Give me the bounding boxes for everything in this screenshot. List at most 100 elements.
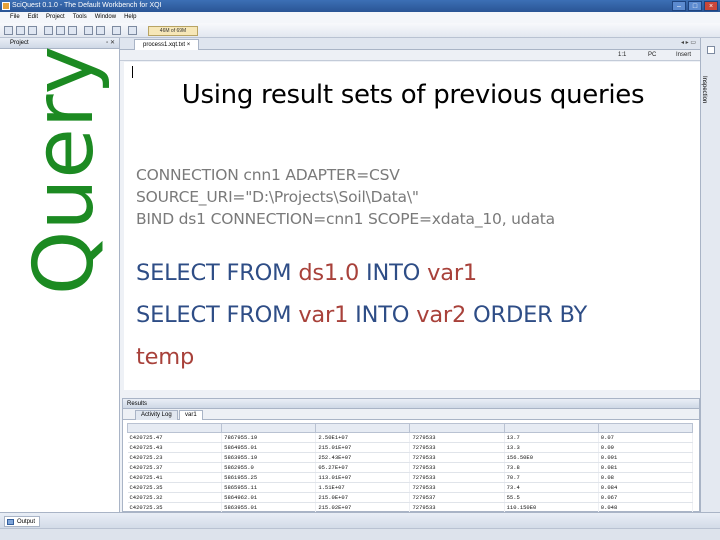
tab-label: process1.xqt.txt xyxy=(143,42,186,48)
output-label: Output xyxy=(17,519,36,525)
run-icon[interactable] xyxy=(112,26,121,35)
minimize-button[interactable]: – xyxy=(672,1,686,11)
cut-icon[interactable] xyxy=(44,26,53,35)
save-all-icon[interactable] xyxy=(28,26,37,35)
copy-icon[interactable] xyxy=(56,26,65,35)
save-icon[interactable] xyxy=(16,26,25,35)
redo-icon[interactable] xyxy=(96,26,105,35)
column-header[interactable] xyxy=(503,423,599,433)
table-cell: 0.07 xyxy=(598,432,694,443)
text-caret xyxy=(132,66,133,78)
inspection-icon[interactable] xyxy=(707,46,715,54)
table-cell: 110.150E0 xyxy=(504,502,599,513)
table-cell: 0.081 xyxy=(598,462,694,473)
kw-select-from: SELECT FROM xyxy=(136,302,299,328)
table-row[interactable]: C420725.37 5862955.0 05.27E+07 7279533 73.8 0… xyxy=(127,462,694,473)
table-cell: 7279533 xyxy=(409,472,505,483)
kw-into: INTO xyxy=(348,302,417,328)
title-bar: SciQuest 0.1.0 - The Default Workbench f… xyxy=(0,0,720,12)
table-cell: 7279533 xyxy=(409,452,505,463)
table-cell: 252.43E+07 xyxy=(315,452,411,463)
table-cell: 7867955.19 xyxy=(221,432,317,443)
query-line-2: SELECT FROM var1 INTO var2 ORDER BY xyxy=(136,294,686,336)
table-cell: 05.27E+07 xyxy=(315,462,411,473)
table-cell: 0.09 xyxy=(598,442,694,453)
column-header[interactable] xyxy=(409,423,505,433)
table-cell: 13.3 xyxy=(504,442,599,453)
table-cell: 7279533 xyxy=(409,482,505,493)
tab-process1[interactable]: process1.xqt.txt × xyxy=(134,39,200,50)
table-cell: 215.01E+07 xyxy=(315,442,411,453)
column-header[interactable] xyxy=(315,423,411,433)
column-header[interactable] xyxy=(221,423,317,433)
settings-icon[interactable] xyxy=(128,26,137,35)
table-row[interactable]: C420725.35 5865955.11 1.51E+07 7279533 73.4 0… xyxy=(127,482,694,493)
table-row[interactable]: C420725.32 5864962.01 215.0E+07 7279537 55.5… xyxy=(127,492,694,503)
memory-indicator[interactable]: 46M of 69M xyxy=(148,26,198,36)
table-cell: C420725.32 xyxy=(127,492,223,503)
table-cell: 7279533 xyxy=(409,462,505,473)
table-cell: C420725.43 xyxy=(127,442,223,453)
query-line-3: temp xyxy=(136,336,686,378)
menu-help[interactable]: Help xyxy=(124,12,136,23)
inspection-tab[interactable]: Inspection xyxy=(701,58,717,118)
toolbar xyxy=(0,23,720,38)
undo-icon[interactable] xyxy=(84,26,93,35)
table-cell: 5864962.01 xyxy=(221,492,317,503)
source-ds1: ds1.0 xyxy=(298,260,360,286)
table-row[interactable]: C420725.43 5864955.01 215.01E+07 7279533 13.… xyxy=(127,442,694,453)
table-row[interactable]: C420725.41 5861955.25 113.01E+07 7279533 70.… xyxy=(127,472,694,483)
menu-tools[interactable]: Tools xyxy=(73,12,87,23)
table-cell: 0.091 xyxy=(598,452,694,463)
menu-edit[interactable]: Edit xyxy=(28,12,38,23)
table-cell: 0.08 xyxy=(598,472,694,483)
order-field: temp xyxy=(136,344,195,370)
table-cell: 2.50E1+07 xyxy=(315,432,411,443)
source-var1: var1 xyxy=(298,302,349,328)
right-side-bar: Inspection xyxy=(700,38,720,512)
close-button[interactable]: × xyxy=(704,1,718,11)
tab-activity-log[interactable]: Activity Log xyxy=(135,410,178,420)
table-cell: 5864955.01 xyxy=(221,442,317,453)
table-cell: 215.02E+07 xyxy=(315,502,411,513)
paste-icon[interactable] xyxy=(68,26,77,35)
table-cell: 55.5 xyxy=(504,492,599,503)
table-row[interactable]: C420725.23 5863955.19 252.43E+07 7279533 156… xyxy=(127,452,694,463)
menu-file[interactable]: File xyxy=(10,12,20,23)
query-overlay-label: Query xyxy=(17,45,113,295)
editor-status-strip: 1:1 PC Insert xyxy=(120,50,700,61)
app-icon xyxy=(2,2,10,10)
new-file-icon[interactable] xyxy=(4,26,13,35)
menu-bar: File Edit Project Tools Window Help xyxy=(0,12,720,23)
table-cell: 7279533 xyxy=(409,432,505,443)
tab-var1[interactable]: var1 xyxy=(179,410,203,420)
table-cell: 0.067 xyxy=(598,492,694,503)
maximize-button[interactable]: □ xyxy=(688,1,702,11)
table-cell: 73.8 xyxy=(504,462,599,473)
query-code: SELECT FROM ds1.0 INTO var1 SELECT FROM … xyxy=(136,252,686,378)
table-cell: 7279533 xyxy=(409,442,505,453)
column-header[interactable] xyxy=(597,423,694,433)
menu-window[interactable]: Window xyxy=(95,12,116,23)
table-row[interactable]: C420725.35 5863955.01 215.02E+07 7279533 110… xyxy=(127,502,694,513)
kw-into: INTO xyxy=(359,260,428,286)
menu-project[interactable]: Project xyxy=(46,12,65,23)
output-button[interactable]: Output xyxy=(4,516,41,527)
tab-close-icon[interactable]: × xyxy=(187,42,191,48)
connection-line-1: CONNECTION cnn1 ADAPTER=CSV xyxy=(136,166,400,184)
table-row[interactable]: C420725.47 7867955.19 2.50E1+07 7279533 13.7… xyxy=(127,432,694,443)
table-cell: 70.7 xyxy=(504,472,599,483)
table-cell: 113.01E+07 xyxy=(315,472,411,483)
table-cell: 156.50E0 xyxy=(504,452,599,463)
tab-scroll-arrows-icon[interactable]: ◂ ▸ ▭ xyxy=(681,39,696,46)
table-cell: 0.048 xyxy=(598,502,694,513)
kw-order-by: ORDER BY xyxy=(466,302,588,328)
connection-line-2: SOURCE_URI="D:\Projects\Soil\Data\" xyxy=(136,188,419,206)
table-cell: C420725.35 xyxy=(127,502,223,513)
status-bar xyxy=(0,528,720,540)
table-cell: 5861955.25 xyxy=(221,472,317,483)
table-cell: 215.0E+07 xyxy=(315,492,411,503)
table-cell: C420725.35 xyxy=(127,482,223,493)
app-window: SciQuest 0.1.0 - The Default Workbench f… xyxy=(0,0,720,540)
column-header[interactable] xyxy=(126,423,223,433)
